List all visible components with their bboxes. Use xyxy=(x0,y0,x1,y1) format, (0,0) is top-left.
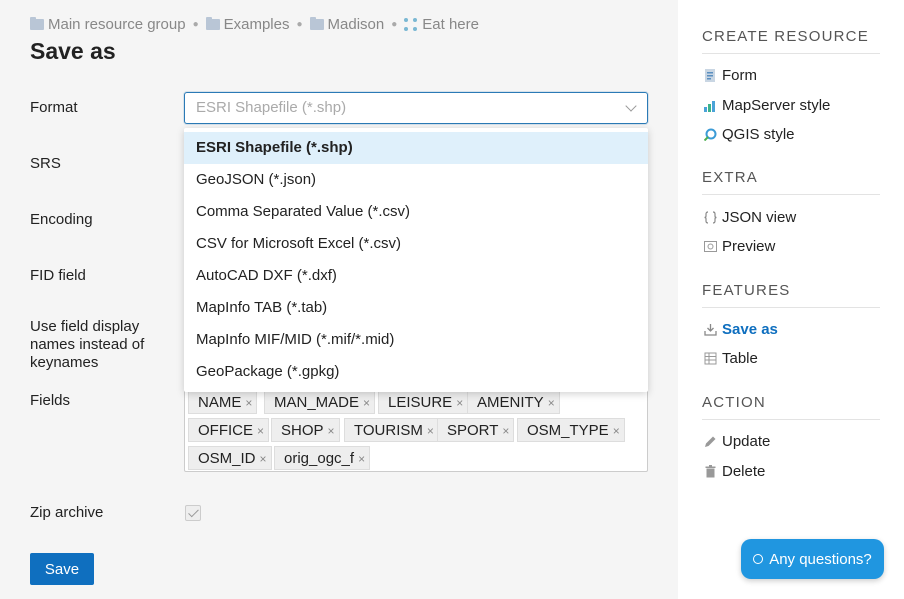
display-names-label: Use field display names instead of keyna… xyxy=(30,318,145,371)
remove-tag-icon[interactable]: × xyxy=(613,424,620,438)
field-tag[interactable]: OFFICE × xyxy=(188,418,270,442)
field-tag[interactable]: OSM_ID × xyxy=(188,446,272,470)
srs-label: SRS xyxy=(30,155,61,172)
sidebar-item-json-view[interactable]: JSON view xyxy=(704,209,796,226)
remove-tag-icon[interactable]: × xyxy=(456,396,463,410)
sidebar-section-features: FEATURES xyxy=(702,282,880,308)
remove-tag-icon[interactable]: × xyxy=(328,424,335,438)
remove-tag-icon[interactable]: × xyxy=(260,452,267,466)
field-tag[interactable]: OSM_TYPE × xyxy=(517,418,625,442)
breadcrumb-item[interactable]: Examples xyxy=(205,16,289,33)
vector-layer-icon xyxy=(404,17,418,32)
dropdown-option[interactable]: GeoJSON (*.json) xyxy=(184,164,648,196)
sidebar-item-table[interactable]: Table xyxy=(704,350,758,367)
form-icon xyxy=(704,69,717,82)
remove-tag-icon[interactable]: × xyxy=(363,396,370,410)
field-tag[interactable]: MAN_MADE × xyxy=(264,390,376,414)
table-icon xyxy=(704,352,717,365)
remove-tag-icon[interactable]: × xyxy=(502,424,509,438)
dropdown-option[interactable]: Comma Separated Value (*.csv) xyxy=(184,196,648,228)
sidebar: CREATE RESOURCE Form MapServer style QGI… xyxy=(678,0,904,599)
remove-tag-icon[interactable]: × xyxy=(427,424,434,438)
field-tag[interactable]: AMENITY × xyxy=(467,390,560,414)
breadcrumb-separator: ● xyxy=(192,19,199,30)
field-tag[interactable]: NAME × xyxy=(188,390,258,414)
breadcrumb-separator: ● xyxy=(391,19,398,30)
fields-label: Fields xyxy=(30,392,71,409)
fields-multiselect[interactable]: NAME × MAN_MADE × LEISURE × AMENITY × OFFICE… xyxy=(184,386,648,472)
sidebar-section-action: ACTION xyxy=(702,394,880,420)
pencil-icon xyxy=(704,435,717,448)
sidebar-item-form[interactable]: Form xyxy=(704,67,757,84)
folder-icon xyxy=(205,17,220,30)
dropdown-option[interactable]: MapInfo TAB (*.tab) xyxy=(184,292,648,324)
remove-tag-icon[interactable]: × xyxy=(358,452,365,466)
breadcrumb-separator: ● xyxy=(296,19,303,30)
braces-icon xyxy=(704,211,717,224)
format-dropdown-menu: ESRI Shapefile (*.shp) GeoJSON (*.json) … xyxy=(184,128,648,392)
sidebar-section-create-resource: CREATE RESOURCE xyxy=(702,28,880,54)
dropdown-option[interactable]: MapInfo MIF/MID (*.mif/*.mid) xyxy=(184,324,648,356)
sidebar-item-mapserver-style[interactable]: MapServer style xyxy=(704,97,830,114)
field-tag[interactable]: TOURISM × xyxy=(344,418,439,442)
mapserver-style-icon xyxy=(704,99,717,112)
page-title: Save as xyxy=(30,38,116,64)
breadcrumb: Main resource group ● Examples ● Madison… xyxy=(30,16,479,33)
dropdown-option[interactable]: CSV for Microsoft Excel (*.csv) xyxy=(184,228,648,260)
breadcrumb-item[interactable]: Main resource group xyxy=(30,16,186,33)
qgis-style-icon xyxy=(703,128,717,142)
zip-archive-label: Zip archive xyxy=(30,504,104,521)
sidebar-item-qgis-style[interactable]: QGIS style xyxy=(703,126,795,143)
zip-archive-checkbox[interactable] xyxy=(185,505,201,521)
folder-icon xyxy=(309,17,324,30)
field-tag[interactable]: SPORT × xyxy=(437,418,515,442)
field-tag[interactable]: orig_ogc_f × xyxy=(274,446,371,470)
support-chat-button[interactable]: Any questions? xyxy=(741,539,884,579)
breadcrumb-item[interactable]: Eat here xyxy=(404,16,479,33)
dropdown-option[interactable]: ESRI Shapefile (*.shp) xyxy=(184,132,648,164)
sidebar-item-preview[interactable]: Preview xyxy=(704,238,775,255)
remove-tag-icon[interactable]: × xyxy=(245,396,252,410)
folder-icon xyxy=(30,17,44,30)
chevron-down-icon xyxy=(625,100,637,112)
format-select-placeholder: ESRI Shapefile (*.shp) xyxy=(196,99,347,116)
chat-icon xyxy=(753,554,764,564)
dropdown-option[interactable]: GeoPackage (*.gpkg) xyxy=(184,356,648,388)
format-label: Format xyxy=(30,99,78,116)
breadcrumb-item[interactable]: Madison xyxy=(309,16,384,33)
fid-field-label: FID field xyxy=(30,267,86,284)
dropdown-option[interactable]: AutoCAD DXF (*.dxf) xyxy=(184,260,648,292)
remove-tag-icon[interactable]: × xyxy=(548,396,555,410)
field-tag[interactable]: SHOP × xyxy=(271,418,340,442)
preview-icon xyxy=(704,240,717,253)
sidebar-item-delete[interactable]: Delete xyxy=(704,463,765,480)
sidebar-item-save-as[interactable]: Save as xyxy=(704,321,778,338)
remove-tag-icon[interactable]: × xyxy=(257,424,264,438)
format-select[interactable]: ESRI Shapefile (*.shp) xyxy=(184,92,648,124)
encoding-label: Encoding xyxy=(30,211,93,228)
trash-icon xyxy=(704,465,717,478)
main-content: Main resource group ● Examples ● Madison… xyxy=(0,0,678,599)
sidebar-section-extra: EXTRA xyxy=(702,169,880,195)
download-icon xyxy=(704,323,717,336)
field-tag[interactable]: LEISURE × xyxy=(378,390,469,414)
save-button[interactable]: Save xyxy=(30,553,94,585)
sidebar-item-update[interactable]: Update xyxy=(704,433,770,450)
